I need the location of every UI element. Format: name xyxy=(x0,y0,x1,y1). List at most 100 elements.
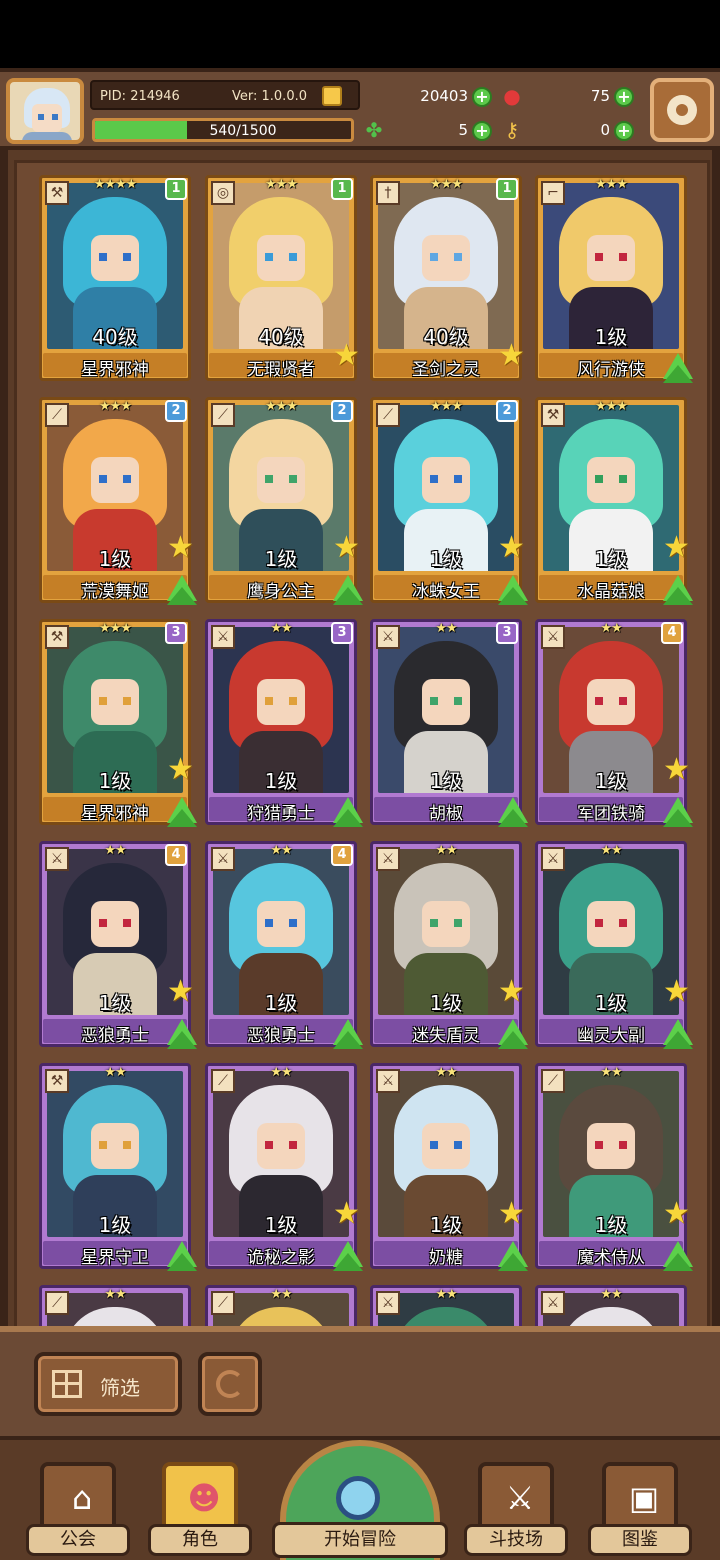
axe-weapon-icon: ⚔ xyxy=(376,1291,400,1315)
star-upgrade-icon: ★ xyxy=(333,530,360,565)
star-upgrade-icon: ★ xyxy=(167,752,194,787)
portrait-eye xyxy=(289,1141,297,1149)
key-value: 0 xyxy=(600,121,610,139)
nav-arena[interactable]: ⚔ 斗技场 xyxy=(464,1462,574,1560)
level-up-arrow-icon xyxy=(663,1253,693,1271)
character-card[interactable]: ⚔ ★★ 4 1级 恶狼勇士 ★ xyxy=(39,841,197,1049)
portrait-eye xyxy=(123,697,131,705)
player-avatar[interactable] xyxy=(6,78,84,144)
player-id: PID: 214946 xyxy=(100,89,180,104)
character-card[interactable]: ⟋ ★★★ 2 1级 鹰身公主 ★ xyxy=(205,397,363,605)
character-grid[interactable]: ⚒ ★★★★ 1 40级 星界邪神 ◎ ★★★ 1 40级 无瑕贤者 ★ † ★★★ 1 40级 圣剑之灵 ★ ⌐… xyxy=(14,160,710,1330)
team-slot-badge: 1 xyxy=(331,178,353,200)
settings-button[interactable] xyxy=(650,78,714,142)
coin-icon xyxy=(322,86,342,106)
character-level: 1级 xyxy=(264,991,298,1015)
character-card[interactable]: ⚒ ★★★ 3 1级 星界邪神 ★ xyxy=(39,619,197,827)
portrait-eye xyxy=(430,475,438,483)
portrait-eye xyxy=(619,475,627,483)
character-card[interactable]: ⟋ ★★★ 2 1级 冰蛛女王 ★ xyxy=(370,397,528,605)
nav-guild[interactable]: ⌂ 公会 xyxy=(26,1462,136,1560)
add-key-button[interactable]: + xyxy=(614,121,634,141)
wrench-weapon-icon: ⚒ xyxy=(541,403,565,427)
add-clover-button[interactable]: + xyxy=(472,121,492,141)
rarity-stars: ★★ xyxy=(104,1287,126,1302)
version-text: Ver: 1.0.0.0 xyxy=(232,89,307,104)
character-card[interactable]: ⚔ ★★ xyxy=(370,1285,522,1330)
portrait-eye xyxy=(123,919,131,927)
portrait-eye xyxy=(265,1141,273,1149)
team-slot-badge: 4 xyxy=(661,622,683,644)
portrait-eye xyxy=(619,1141,627,1149)
character-card[interactable]: † ★★★ 1 40级 圣剑之灵 ★ xyxy=(370,175,525,381)
character-card[interactable]: ⚔ ★★ 4 1级 恶狼勇士 xyxy=(205,841,363,1049)
key-resource: ⚷ 0 + xyxy=(505,118,634,144)
gem-resource: ● 75 + xyxy=(503,84,634,110)
level-up-arrow-icon xyxy=(333,1031,363,1049)
star-upgrade-icon: ★ xyxy=(498,338,525,373)
level-up-arrow-icon xyxy=(333,1253,363,1271)
character-card[interactable]: ⚔ ★★ 3 1级 胡椒 xyxy=(370,619,528,827)
axe-weapon-icon: ⚔ xyxy=(541,847,565,871)
clover-resource: ✤ 5 + xyxy=(366,118,492,144)
character-card[interactable]: ◎ ★★★ 1 40级 无瑕贤者 ★ xyxy=(205,175,360,381)
blade-weapon-icon: ⟋ xyxy=(211,1291,235,1315)
filter-toolbar: 筛选 xyxy=(0,1326,720,1436)
team-slot-badge: 3 xyxy=(331,622,353,644)
portrait-eye xyxy=(289,253,297,261)
rarity-stars: ★★★ xyxy=(99,399,132,414)
bottom-nav: ⌂ 公会 ☻ 角色 开始冒险 ⚔ 斗技场 ▣ 图鉴 xyxy=(0,1436,720,1560)
level-up-arrow-icon xyxy=(167,809,197,827)
refresh-button[interactable] xyxy=(198,1352,262,1416)
character-card[interactable]: ⚔ ★★ 3 1级 狩猎勇士 xyxy=(205,619,363,827)
character-card[interactable]: ⚔ ★★ xyxy=(535,1285,687,1330)
level-up-arrow-icon xyxy=(663,809,693,827)
portrait-eye xyxy=(595,1141,603,1149)
portrait-eye xyxy=(99,253,107,261)
nav-start-adventure[interactable]: 开始冒险 xyxy=(272,1440,448,1560)
character-card[interactable]: ⟋ ★★ xyxy=(39,1285,191,1330)
team-slot-badge: 2 xyxy=(331,400,353,422)
rarity-stars: ★★ xyxy=(600,621,622,636)
character-card[interactable]: ⚔ ★★ 1级 幽灵大副 ★ xyxy=(535,841,693,1049)
rarity-stars: ★★ xyxy=(435,621,457,636)
character-card[interactable]: ⚔ ★★ 4 1级 军团铁骑 ★ xyxy=(535,619,693,827)
gear-icon-hole xyxy=(676,104,688,116)
character-card[interactable]: ⟋ ★★ 1级 诡秘之影 ★ xyxy=(205,1063,363,1271)
add-gem-button[interactable]: + xyxy=(614,87,634,107)
character-level: 1级 xyxy=(429,769,463,793)
rarity-stars: ★★★ xyxy=(595,399,628,414)
red-gem-icon: ● xyxy=(503,84,521,108)
book-icon: ▣ xyxy=(602,1462,678,1532)
add-gold-button[interactable]: + xyxy=(472,87,492,107)
portrait-eye xyxy=(289,475,297,483)
axe-weapon-icon: ⚔ xyxy=(376,1069,400,1093)
character-card[interactable]: ⟋ ★★★ 2 1级 荒漠舞姬 ★ xyxy=(39,397,197,605)
character-card[interactable]: ⚒ ★★ 1级 星界守卫 xyxy=(39,1063,197,1271)
avatar-eye-right xyxy=(52,114,58,120)
rarity-stars: ★★★ xyxy=(99,621,132,636)
magnifier-icon xyxy=(336,1476,380,1520)
rarity-stars: ★★ xyxy=(270,1287,292,1302)
portrait-eye xyxy=(595,919,603,927)
character-card[interactable]: ⚔ ★★ 1级 迷失盾灵 ★ xyxy=(370,841,528,1049)
rarity-stars: ★★★ xyxy=(430,399,463,414)
nav-character[interactable]: ☻ 角色 xyxy=(148,1462,258,1560)
character-card[interactable]: ⚒ ★★★★ 1 40级 星界邪神 xyxy=(39,175,191,381)
character-card[interactable]: ⟋ ★★ xyxy=(205,1285,357,1330)
axe-weapon-icon: ⚔ xyxy=(211,625,235,649)
clover-icon: ✤ xyxy=(365,118,383,142)
rarity-stars: ★★★ xyxy=(265,399,298,414)
filter-label: 筛选 xyxy=(100,1376,140,1400)
nav-codex[interactable]: ▣ 图鉴 xyxy=(588,1462,698,1560)
character-card[interactable]: ⟋ ★★ 1级 魔术侍从 ★ xyxy=(535,1063,693,1271)
star-upgrade-icon: ★ xyxy=(663,752,690,787)
filter-button[interactable]: 筛选 xyxy=(34,1352,182,1416)
character-card[interactable]: ⚒ ★★★ 1级 水晶菇娘 ★ xyxy=(535,397,693,605)
portrait-eye xyxy=(595,697,603,705)
character-card[interactable]: ⚔ ★★ 1级 奶糖 ★ xyxy=(370,1063,528,1271)
axe-weapon-icon: ⚔ xyxy=(541,1291,565,1315)
character-card[interactable]: ⌐ ★★★ 1级 风行游侠 xyxy=(535,175,693,383)
axe-weapon-icon: ⚔ xyxy=(541,625,565,649)
rarity-stars: ★★ xyxy=(270,843,292,858)
